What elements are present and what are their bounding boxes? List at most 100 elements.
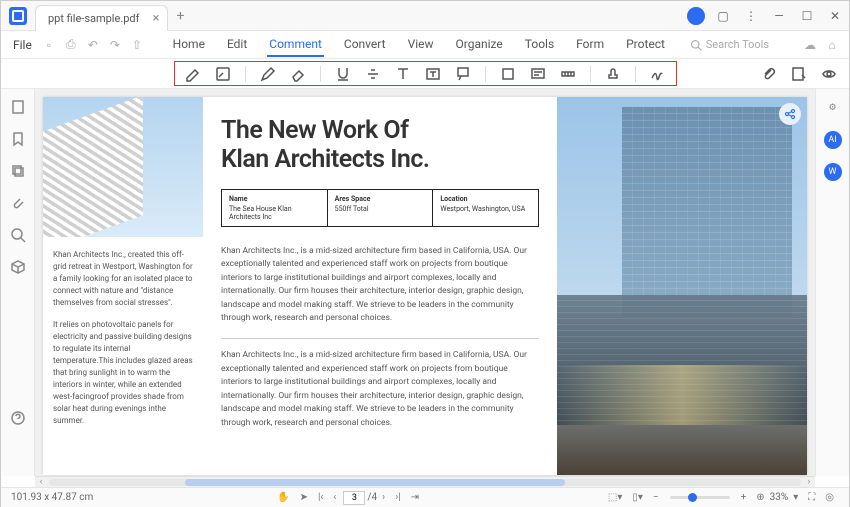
new-tab-button[interactable]: + xyxy=(168,8,192,24)
hero-image-left xyxy=(43,97,203,237)
search-rail-icon[interactable] xyxy=(10,227,26,243)
menu-convert[interactable]: Convert xyxy=(342,33,388,57)
page-thumbnails-icon[interactable] xyxy=(10,99,26,115)
help-icon[interactable] xyxy=(10,410,26,426)
jump-icon[interactable]: ⇥ xyxy=(411,492,419,503)
document-title: The New Work Of Klan Architects Inc. xyxy=(221,117,539,175)
pencil-icon[interactable] xyxy=(260,66,276,82)
zoom-fit-icon[interactable]: ⊕ xyxy=(756,492,764,503)
statusbar: 101.93 x 47.87 cm ✋ ➤ |‹ ‹ /4 › ›| ⇥ ⬚▾ … xyxy=(1,487,849,507)
last-page-icon[interactable]: ›| xyxy=(395,492,400,503)
page-dimensions: 101.93 x 47.87 cm xyxy=(11,492,93,503)
bookmark-icon[interactable] xyxy=(10,131,26,147)
zoom-dropdown-icon[interactable]: ▾ xyxy=(793,492,798,503)
text-icon[interactable] xyxy=(395,66,411,82)
window-close[interactable]: ✕ xyxy=(821,9,849,23)
measure-icon[interactable] xyxy=(560,66,576,82)
menu-file[interactable]: File xyxy=(7,38,38,52)
left-rail xyxy=(1,89,35,476)
right-rail: ⚙ AI W xyxy=(815,89,849,476)
attachment-icon[interactable] xyxy=(761,66,777,82)
chat-icon[interactable]: ▢ xyxy=(709,9,737,23)
page-middle-column: The New Work Of Klan Architects Inc. Nam… xyxy=(203,97,557,475)
document-canvas[interactable]: Khan Architects Inc., created this off-g… xyxy=(35,89,815,476)
zoom-out-icon[interactable]: − xyxy=(653,492,659,503)
share-button[interactable] xyxy=(779,103,801,125)
page-number-input[interactable] xyxy=(343,491,365,505)
print-icon[interactable]: ⎙ xyxy=(60,37,82,52)
ai-badge-icon[interactable]: AI xyxy=(824,131,842,149)
eraser-icon[interactable] xyxy=(290,66,306,82)
scroll-right-arrow[interactable]: › xyxy=(803,477,815,487)
left-paragraph-1: Khan Architects Inc., created this off-g… xyxy=(53,249,193,309)
word-badge-icon[interactable]: W xyxy=(824,163,842,181)
document-tab[interactable]: ppt file-sample.pdf × xyxy=(35,5,168,31)
search-placeholder: Search Tools xyxy=(706,38,769,51)
search-tools[interactable]: Search Tools xyxy=(690,38,769,51)
app-logo-icon xyxy=(9,7,27,25)
prev-page-icon[interactable]: ‹ xyxy=(333,492,336,503)
export-icon[interactable]: ⇧ xyxy=(126,38,148,52)
settings-icon[interactable]: ⚙ xyxy=(824,99,842,117)
main-area: Khan Architects Inc., created this off-g… xyxy=(1,89,849,476)
annotation-tools-group xyxy=(174,61,677,86)
mid-paragraph-2: Khan Architects Inc., is a mid-sized arc… xyxy=(221,349,539,431)
search-icon xyxy=(690,39,702,51)
layers-icon[interactable] xyxy=(10,163,26,179)
area-highlight-icon[interactable] xyxy=(215,66,231,82)
scroll-left-arrow[interactable]: ‹ xyxy=(35,477,47,487)
zoom-in-icon[interactable]: + xyxy=(741,492,747,503)
divider xyxy=(221,338,539,339)
undo-icon[interactable]: ↶ xyxy=(82,38,104,52)
titlebar: ppt file-sample.pdf × + ▢ ⋮ — ☐ ✕ xyxy=(1,1,849,31)
cloud-icon[interactable]: ☁ xyxy=(799,38,821,52)
menu-home[interactable]: Home xyxy=(171,33,207,57)
edit-note-icon[interactable] xyxy=(791,66,807,82)
menu-edit[interactable]: Edit xyxy=(225,33,249,57)
main-menu: Home Edit Comment Convert View Organize … xyxy=(148,33,690,57)
page-total: /4 xyxy=(367,492,377,503)
more-icon[interactable]: ⋮ xyxy=(737,9,765,23)
user-avatar[interactable] xyxy=(687,7,705,25)
single-page-icon[interactable]: ▯▾ xyxy=(632,492,643,503)
callout-icon[interactable] xyxy=(455,66,471,82)
horizontal-scrollbar[interactable]: ‹ › xyxy=(35,476,815,487)
shape-icon[interactable] xyxy=(500,66,516,82)
stamp-icon[interactable] xyxy=(605,66,621,82)
window-minimize[interactable]: — xyxy=(765,9,793,23)
home-icon[interactable]: ⌂ xyxy=(821,38,843,52)
attachment-rail-icon[interactable] xyxy=(10,195,26,211)
strikethrough-icon[interactable] xyxy=(365,66,381,82)
textbox-icon[interactable] xyxy=(425,66,441,82)
menu-form[interactable]: Form xyxy=(574,33,606,57)
hero-image-right xyxy=(557,97,807,475)
tab-title: ppt file-sample.pdf xyxy=(48,12,139,25)
redo-icon[interactable]: ↷ xyxy=(104,38,126,52)
close-tab-icon[interactable]: × xyxy=(152,11,159,26)
underline-icon[interactable] xyxy=(335,66,351,82)
menu-tools[interactable]: Tools xyxy=(523,33,556,57)
zoom-percent: 33% xyxy=(770,492,789,503)
fullscreen-icon[interactable]: ⛶ xyxy=(808,492,815,503)
first-page-icon[interactable]: |‹ xyxy=(318,492,323,503)
next-page-icon[interactable]: › xyxy=(382,492,385,503)
hide-annotations-icon[interactable] xyxy=(821,66,837,82)
box-rail-icon[interactable] xyxy=(10,259,26,275)
read-mode-icon[interactable]: ◎ xyxy=(825,492,834,503)
window-maximize[interactable]: ☐ xyxy=(793,9,821,23)
signature-icon[interactable] xyxy=(650,66,666,82)
select-tool-icon[interactable]: ➤ xyxy=(300,492,308,503)
menu-view[interactable]: View xyxy=(406,33,436,57)
info-table: NameThe Sea House Klan Architects Inc Ar… xyxy=(221,189,539,227)
highlight-icon[interactable] xyxy=(185,66,201,82)
save-icon[interactable]: ▫ xyxy=(38,38,60,52)
scroll-thumb[interactable] xyxy=(185,479,565,486)
note-icon[interactable] xyxy=(530,66,546,82)
fit-page-icon[interactable]: ⬚▾ xyxy=(608,492,622,503)
comment-toolbar xyxy=(1,59,849,89)
menu-protect[interactable]: Protect xyxy=(624,33,667,57)
zoom-slider[interactable] xyxy=(670,496,730,499)
menu-organize[interactable]: Organize xyxy=(454,33,505,57)
menu-comment[interactable]: Comment xyxy=(267,33,324,57)
hand-tool-icon[interactable]: ✋ xyxy=(277,492,289,503)
